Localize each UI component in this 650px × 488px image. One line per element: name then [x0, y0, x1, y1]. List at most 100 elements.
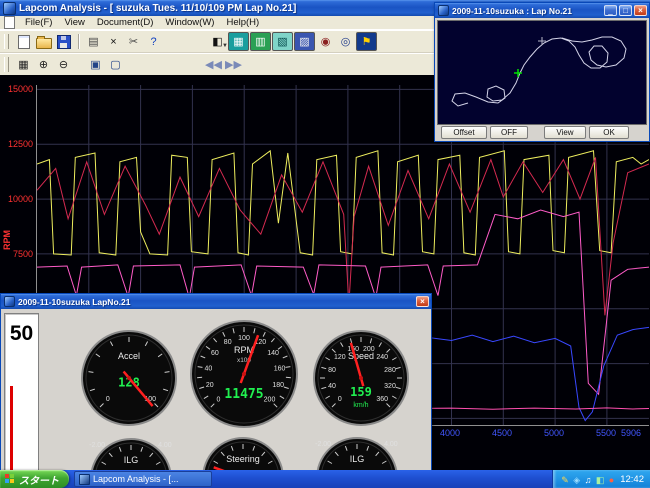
gauge-window-title: 2009-11-10suzuka LapNo.21 [18, 296, 131, 307]
toolbar-separator [78, 34, 80, 49]
svg-text:0: 0 [106, 396, 110, 403]
graph-view-icon-2[interactable]: ▥ [250, 32, 271, 51]
track-map-window: 2009-11-10suzuka : Lap No.21 _ □ × Offse… [434, 2, 650, 142]
task-button-label: Lapcom Analysis - [... [93, 474, 179, 484]
svg-text:40: 40 [205, 365, 213, 372]
pen-tray-icon[interactable]: ✎ [561, 475, 569, 485]
map-window-title: 2009-11-10suzuka : Lap No.21 [452, 5, 573, 16]
map-button-offset[interactable]: Offset [441, 125, 487, 139]
menu-document[interactable]: Document(D) [91, 17, 160, 28]
lap-marker-icon-2[interactable]: ◎ [336, 33, 355, 50]
taskbar: スタート Lapcom Analysis - [... ✎ ◈ ♫ ◧ ● 12… [0, 470, 650, 488]
x-tick-label: 4500 [491, 428, 513, 438]
scissors-icon[interactable]: ✂ [124, 33, 143, 50]
map-minimize-button[interactable]: _ [604, 5, 617, 16]
system-tray: ✎ ◈ ♫ ◧ ● 12:42 [552, 470, 650, 488]
svg-text:Accel: Accel [118, 351, 140, 361]
svg-text:km/h: km/h [353, 402, 368, 409]
x-tick-label: 4000 [439, 428, 461, 438]
open-folder-icon[interactable] [34, 33, 53, 50]
cut-icon[interactable]: × [104, 33, 123, 50]
svg-text:ILG: ILG [124, 455, 139, 465]
map-titlebar: 2009-11-10suzuka : Lap No.21 _ □ × [435, 3, 649, 18]
cascade-windows-icon[interactable]: ▢ [106, 56, 125, 73]
display-tray-icon[interactable]: ◈ [573, 475, 580, 485]
map-close-button[interactable]: × [634, 5, 647, 16]
print-icon[interactable]: ▤ [84, 33, 103, 50]
car-position-cursor [514, 69, 522, 77]
y-tick-label: 12500 [7, 139, 33, 149]
svg-text:80: 80 [224, 339, 232, 346]
menu-window[interactable]: Window(W) [159, 17, 220, 28]
start-finish-marker [538, 37, 546, 45]
map-button-view[interactable]: View [544, 125, 586, 139]
antivirus-tray-icon[interactable]: ● [609, 475, 614, 485]
gauge-close-button[interactable]: × [416, 296, 429, 307]
graph-view-icon-3[interactable]: ▧ [272, 32, 293, 51]
svg-text:100: 100 [238, 335, 250, 342]
network-tray-icon[interactable]: ◧ [596, 475, 605, 485]
new-document-icon[interactable] [14, 33, 33, 50]
svg-text:140: 140 [267, 350, 279, 357]
menu-help[interactable]: Help(H) [220, 17, 265, 28]
x-tick-label: 5906 [620, 428, 642, 438]
svg-text:ILG: ILG [350, 454, 365, 464]
svg-text:0: 0 [338, 396, 342, 403]
save-icon[interactable] [54, 33, 73, 50]
svg-text:0: 0 [217, 397, 221, 404]
next-lap-button[interactable]: ▶▶ [224, 56, 243, 73]
gauge-body: 50 0 100 Accel 128 0 20 40 60 80 100 120 140 160 180 2… [1, 309, 431, 471]
side-scale-bar [10, 386, 13, 471]
y-tick-label: 10000 [7, 194, 33, 204]
data-table-icon[interactable]: ▦ [14, 56, 33, 73]
lap-marker-icon-1[interactable]: ◉ [316, 33, 335, 50]
gauge-window: 2009-11-10suzuka LapNo.21 × 50 0 100 Accel… [0, 293, 432, 472]
svg-text:200: 200 [264, 397, 276, 404]
ilg-right-gauge: -2.00 4.00 ILG [313, 434, 401, 471]
zoom-in-icon[interactable]: ⊕ [34, 56, 53, 73]
svg-text:180: 180 [272, 382, 284, 389]
svg-text:Steering: Steering [226, 454, 260, 464]
mdi-document-icon [4, 16, 15, 29]
task-app-icon [79, 473, 90, 485]
zoom-out-icon[interactable]: ⊖ [54, 56, 73, 73]
windows-logo-icon [5, 474, 15, 484]
map-maximize-button[interactable]: □ [619, 5, 632, 16]
svg-text:4.00: 4.00 [384, 441, 398, 448]
map-button-off[interactable]: OFF [490, 125, 528, 139]
desktop: Lapcom Analysis - [ suzuka Tues. 11/10/1… [0, 0, 650, 488]
track-map[interactable] [437, 20, 647, 125]
volume-tray-icon[interactable]: ♫ [585, 475, 592, 485]
graph-view-icon-4[interactable]: ▨ [294, 32, 315, 51]
taskbar-task-button[interactable]: Lapcom Analysis - [... [74, 471, 212, 487]
gauge-window-icon [4, 296, 15, 307]
side-scale-value: 50 [9, 322, 34, 345]
help-icon[interactable]: ? [144, 33, 163, 50]
graph-view-icon-1[interactable]: ▦ [228, 32, 249, 51]
taskbar-clock: 12:42 [620, 473, 644, 485]
menu-view[interactable]: View [58, 17, 90, 28]
menu-file[interactable]: File(F) [19, 17, 58, 28]
svg-text:-2.00: -2.00 [315, 441, 331, 448]
svg-text:60: 60 [211, 350, 219, 357]
map-button-ok[interactable]: OK [589, 125, 629, 139]
map-button-row: Offset OFF View OK [435, 124, 649, 140]
speed-gauge: 04080120160200240280320360Speed159km/h [310, 327, 412, 434]
svg-text:40: 40 [328, 383, 336, 390]
track-flag-icon[interactable]: ⚑ [356, 32, 377, 51]
display-mode-dropdown[interactable]: ◧ ▼ [208, 33, 228, 50]
accel-gauge: 0 100 Accel 128 [78, 327, 180, 434]
svg-text:280: 280 [384, 367, 396, 374]
svg-text:120: 120 [334, 354, 346, 361]
y-tick-label: 7500 [12, 249, 33, 259]
svg-text:-2.00: -2.00 [89, 442, 105, 449]
svg-text:80: 80 [328, 367, 336, 374]
start-button[interactable]: スタート [0, 470, 69, 488]
y-tick-label: 15000 [7, 84, 33, 94]
tile-windows-icon[interactable]: ▣ [86, 56, 105, 73]
svg-text:320: 320 [384, 383, 396, 390]
start-button-label: スタート [19, 475, 59, 487]
svg-text:20: 20 [206, 382, 214, 389]
side-scale-panel: 50 [4, 313, 39, 471]
prev-lap-button[interactable]: ◀◀ [204, 56, 223, 73]
